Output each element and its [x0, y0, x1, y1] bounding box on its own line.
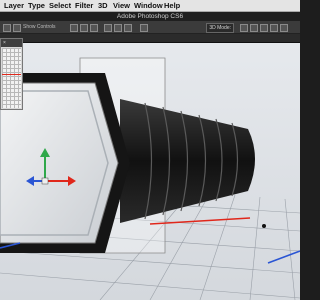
3d-roll-icon[interactable]: [250, 24, 258, 32]
menu-bar: Layer Type Select Filter 3D View Window …: [0, 0, 300, 12]
show-controls-label: Show Controls: [23, 24, 56, 30]
3d-orbit-icon[interactable]: [240, 24, 248, 32]
align-right-icon[interactable]: [124, 24, 132, 32]
options-bar: Show Controls 3D Mode:: [0, 21, 300, 34]
auto-select-checkbox[interactable]: [13, 24, 21, 32]
menu-type[interactable]: Type: [28, 0, 45, 11]
align-left-icon[interactable]: [104, 24, 112, 32]
menu-layer[interactable]: Layer: [4, 0, 24, 11]
align-middle-icon[interactable]: [80, 24, 88, 32]
align-center-icon[interactable]: [114, 24, 122, 32]
title-bar: Adobe Photoshop CS6: [0, 12, 300, 21]
3d-slide-icon[interactable]: [270, 24, 278, 32]
menu-help[interactable]: Help: [164, 0, 180, 11]
distribute-icon[interactable]: [140, 24, 148, 32]
align-top-icon[interactable]: [70, 24, 78, 32]
menu-filter[interactable]: Filter: [75, 0, 93, 11]
menu-3d[interactable]: 3D: [98, 0, 108, 11]
3d-pan-icon[interactable]: [260, 24, 268, 32]
menu-select[interactable]: Select: [49, 0, 71, 11]
3d-scale-icon[interactable]: [280, 24, 288, 32]
move-tool-icon[interactable]: [3, 24, 11, 32]
menu-view[interactable]: View: [113, 0, 130, 11]
align-bottom-icon[interactable]: [90, 24, 98, 32]
navigator-red-axis: [2, 74, 21, 75]
close-icon[interactable]: ×: [3, 40, 6, 46]
navigator-preview[interactable]: [2, 48, 21, 108]
3d-viewport[interactable]: [0, 43, 300, 300]
app-title: Adobe Photoshop CS6: [116, 13, 184, 20]
mouse-cursor: [262, 224, 266, 228]
3d-mode-badge: 3D Mode:: [206, 23, 234, 33]
document-tab-bar: [0, 34, 300, 43]
navigator-panel[interactable]: ×: [0, 38, 23, 110]
menu-window[interactable]: Window: [134, 0, 163, 11]
navigator-panel-header[interactable]: ×: [1, 39, 22, 47]
